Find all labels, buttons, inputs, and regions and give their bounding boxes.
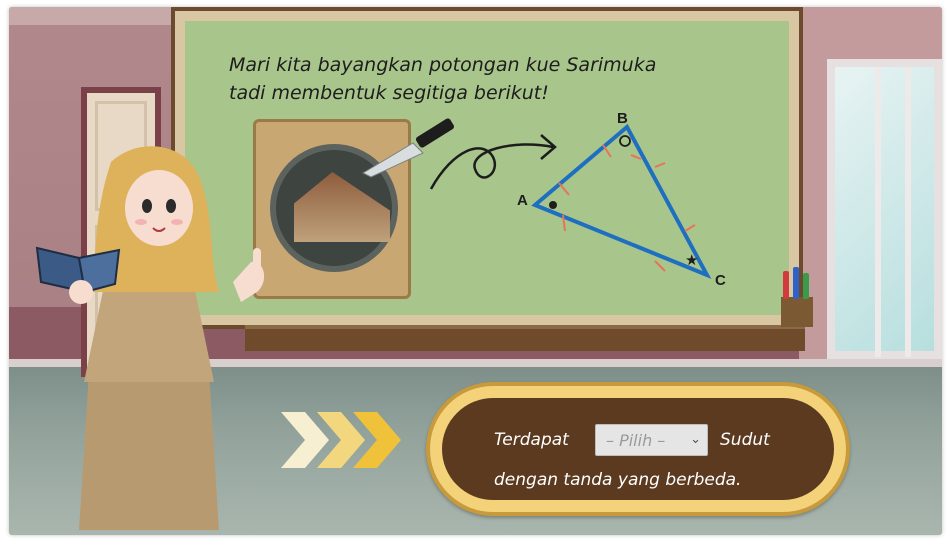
window-bar <box>905 67 911 357</box>
side-tick <box>602 144 612 158</box>
vertex-label-a: A <box>517 192 528 209</box>
answer-line2: dengan tanda yang berbeda. <box>494 470 742 490</box>
side-tick <box>630 154 642 160</box>
answer-suffix: Sudut <box>720 430 770 450</box>
angle-c-star-icon: ★ <box>685 251 698 269</box>
side-tick <box>684 224 696 232</box>
answer-panel: Terdapat – Pilih – ⌄ Sudut dengan tanda … <box>426 382 850 516</box>
board-title: Mari kita bayangkan potongan kue Sarimuk… <box>229 51 769 107</box>
angle-count-select[interactable]: – Pilih – ⌄ <box>595 424 708 456</box>
answer-panel-inner: Terdapat – Pilih – ⌄ Sudut dengan tanda … <box>442 398 834 500</box>
angle-a-dot-icon <box>549 201 557 209</box>
angle-b-circle-icon <box>619 135 631 147</box>
triangle-diagram: ★ A B C <box>517 113 726 289</box>
board-title-line1: Mari kita bayangkan potongan kue Sarimuk… <box>229 54 657 76</box>
chevron-down-icon: ⌄ <box>690 432 701 447</box>
answer-prefix: Terdapat <box>494 430 569 450</box>
marker-cup <box>781 297 813 327</box>
vertex-label-c: C <box>715 272 726 289</box>
markers-icon <box>783 267 809 299</box>
arrow-chevrons-icon <box>281 412 401 468</box>
side-tick <box>558 182 570 196</box>
select-placeholder: – Pilih – <box>606 430 666 450</box>
teacher-illustration <box>35 146 265 530</box>
side-tick <box>654 260 666 272</box>
side-tick <box>654 162 666 168</box>
triangle-abc <box>531 123 712 279</box>
lesson-scene: Mari kita bayangkan potongan kue Sarimuk… <box>9 7 942 535</box>
blackboard: Mari kita bayangkan potongan kue Sarimuk… <box>185 21 789 315</box>
board-title-line2: tadi membentuk segitiga berikut! <box>229 82 549 104</box>
window <box>827 59 942 359</box>
window-bar <box>875 67 881 357</box>
vertex-label-b: B <box>617 113 628 127</box>
board-ledge <box>245 325 805 351</box>
